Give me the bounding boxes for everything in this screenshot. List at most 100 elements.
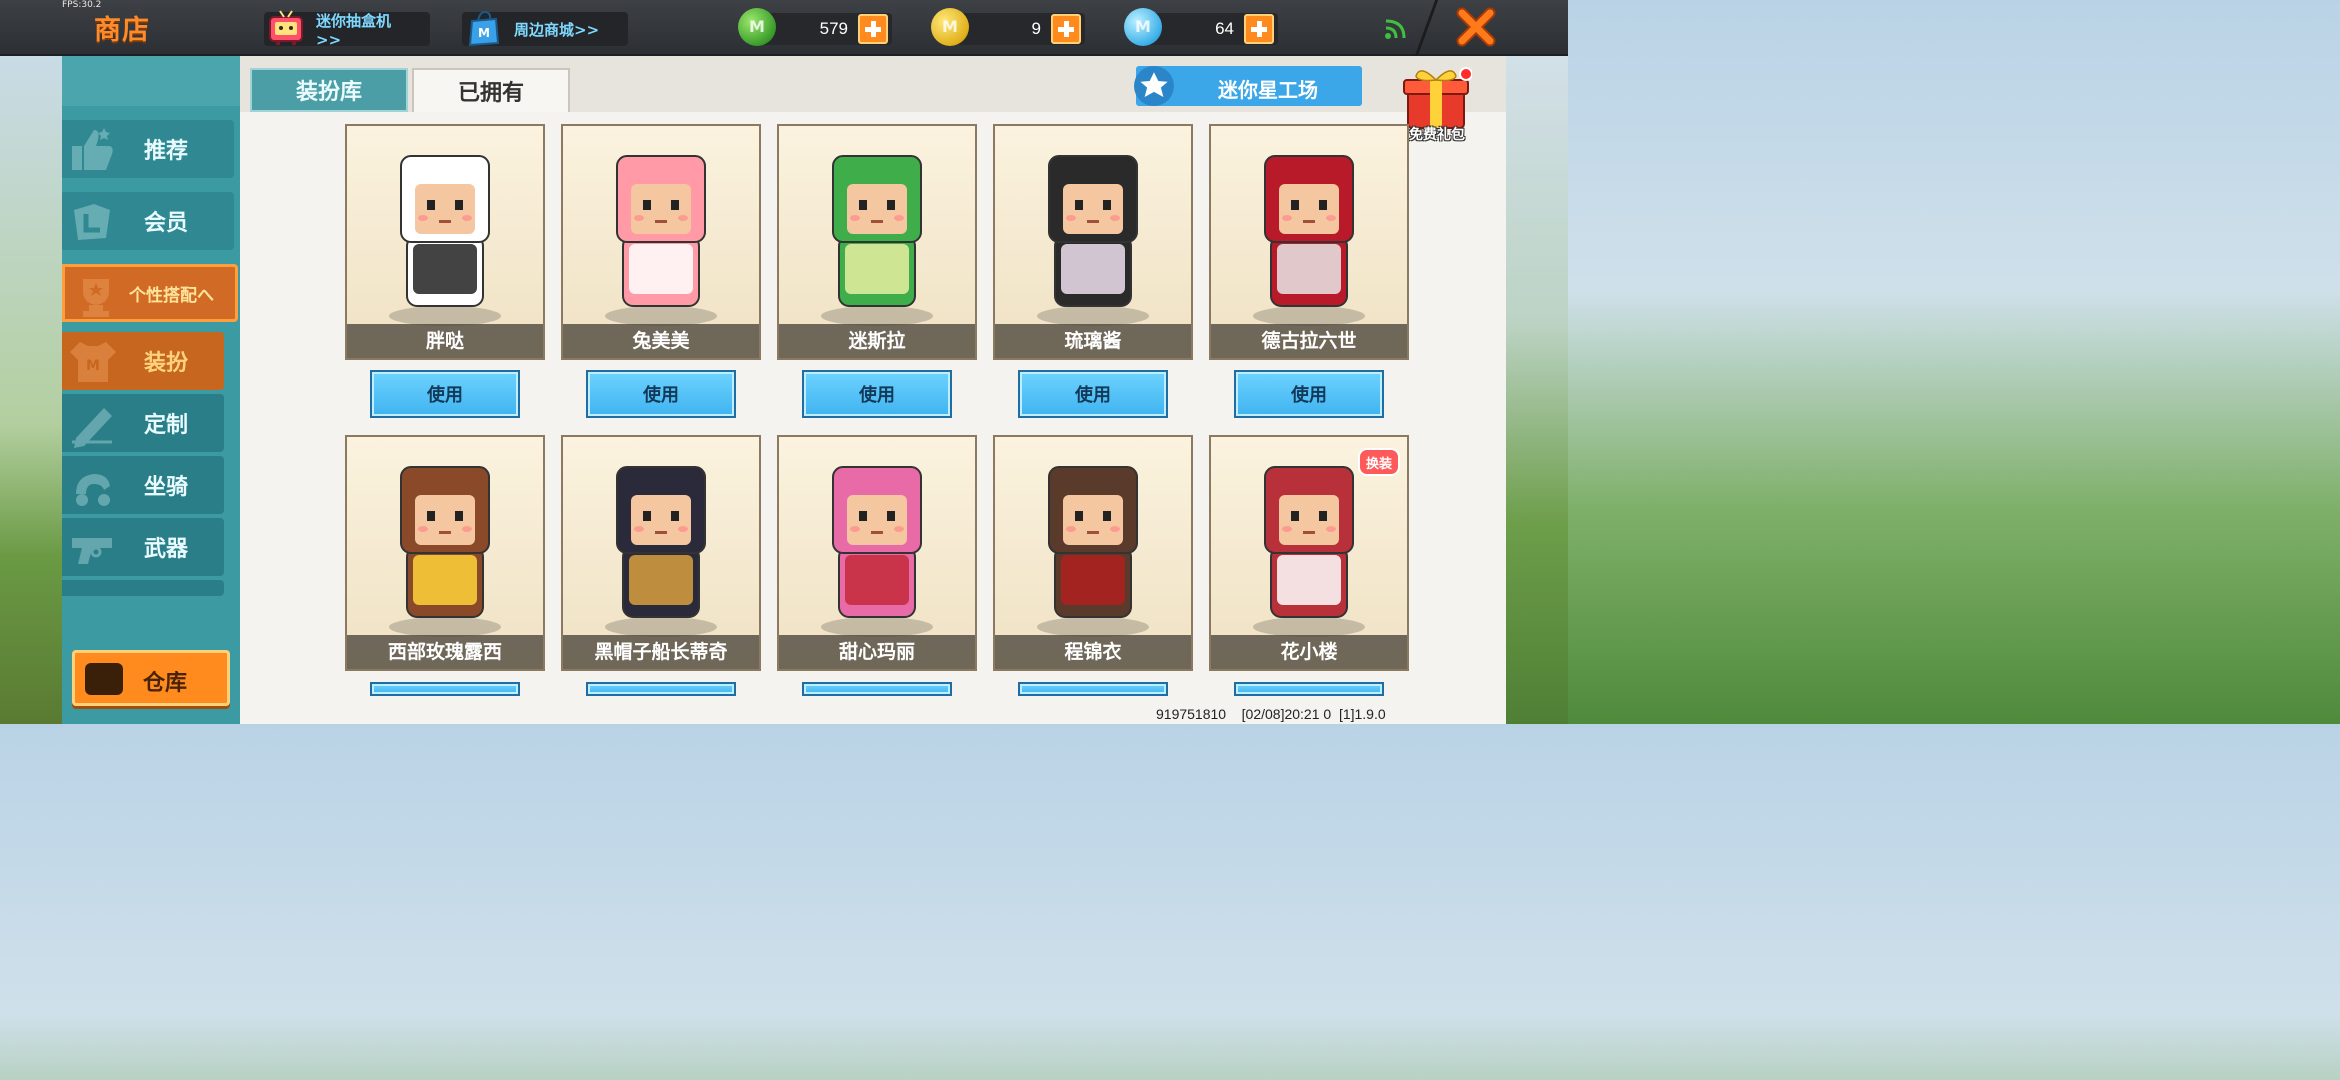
thumbs-up-icon [72, 128, 113, 170]
skin-card[interactable]: 兔美美 [561, 124, 761, 360]
free-gift-button[interactable]: 免费礼包 [1400, 66, 1473, 144]
use-button[interactable] [1234, 682, 1384, 696]
skin-card[interactable]: 黑帽子船长蒂奇 [561, 435, 761, 671]
shirt-icon: M [70, 342, 116, 382]
currency-mini-point: M 64 [1124, 8, 1278, 46]
use-button[interactable]: 使用 [1234, 370, 1384, 418]
warehouse-button[interactable]: 仓库 [72, 650, 230, 706]
currency-mini-coin: M 9 [931, 8, 1085, 46]
skin-name: 德古拉六世 [1211, 324, 1407, 358]
close-button[interactable] [1448, 4, 1504, 50]
merch-store-link[interactable]: M 周边商城>> [462, 10, 628, 47]
page-title: 商店 [94, 15, 150, 46]
footer-info: 919751810 [02/08]20:21 0 [1]1.9.0 [1156, 706, 1386, 722]
svg-text:M: M [478, 26, 490, 40]
outfit-content-panel: 装扮库 已拥有 迷你星工场 免费礼包 胖哒使用 兔美美使用 迷斯拉使用 琉璃酱使用 德古… [240, 56, 1506, 724]
close-icon [1456, 7, 1496, 47]
character-portrait [821, 466, 933, 637]
sidebar-item-weapons[interactable]: 武器 [62, 518, 224, 576]
sidebar-item-membership[interactable]: 会员 [62, 192, 234, 250]
sidebar-item-custom[interactable]: 定制 [62, 394, 224, 452]
mini-point-amount: 64 [1215, 19, 1234, 38]
build-info: [02/08]20:21 0 [1]1.9.0 [1241, 706, 1386, 722]
add-mini-point-button[interactable] [1244, 14, 1274, 44]
top-bar: FPS:30.2 商店 迷你抽盒机>> M 周边商城>> M 579 M 9 M… [0, 0, 1568, 56]
sidebar-item-outfits[interactable]: M 装扮 [62, 332, 224, 390]
sidebar-item-personal-style[interactable]: 个性搭配へ [62, 264, 238, 322]
gift-box-icon [1403, 67, 1473, 129]
skin-name: 琉璃酱 [995, 324, 1191, 358]
mini-bean-amount: 579 [819, 19, 848, 38]
blind-box-link[interactable]: 迷你抽盒机>> [264, 10, 430, 49]
swap-outfit-badge: 换装 [1357, 445, 1401, 479]
skin-card[interactable]: 花小楼 换装 [1209, 435, 1409, 671]
skin-card[interactable]: 胖哒 [345, 124, 545, 360]
sidebar-item-label: 推荐 [144, 139, 189, 164]
skin-card[interactable]: 琉璃酱 [993, 124, 1193, 360]
skin-card[interactable]: 迷斯拉 [777, 124, 977, 360]
skin-name: 花小楼 [1211, 635, 1407, 669]
svg-text:M: M [86, 358, 100, 374]
character-portrait [1253, 155, 1365, 326]
sidebar-item-label: 定制 [144, 413, 189, 438]
mini-point-icon: M [1124, 8, 1162, 46]
wifi-signal-icon [1385, 19, 1406, 39]
free-gift-label: 免费礼包 [1409, 127, 1465, 143]
star-workshop-label: 迷你星工场 [1218, 78, 1318, 102]
background-left [0, 56, 64, 724]
character-portrait [389, 466, 501, 637]
warehouse-label: 仓库 [143, 671, 188, 696]
user-id: 919751810 [1156, 706, 1227, 722]
skin-name: 迷斯拉 [779, 324, 975, 358]
mini-coin-amount: 9 [1031, 19, 1041, 38]
skin-name: 兔美美 [563, 324, 759, 358]
use-button[interactable] [586, 682, 736, 696]
background-right [1504, 56, 1568, 724]
use-button[interactable] [1018, 682, 1168, 696]
category-sidebar: 推荐 会员 个性搭配へ M 装扮 定制 坐骑 武器 仓库 [62, 56, 240, 724]
mini-coin-icon: M [931, 8, 969, 46]
character-portrait [1037, 466, 1149, 637]
sidebar-item-label: 个性搭配へ [129, 285, 214, 306]
character-portrait [605, 155, 717, 326]
chest-icon [85, 663, 123, 695]
use-button[interactable]: 使用 [586, 370, 736, 418]
star-workshop-button[interactable]: 迷你星工场 [1134, 66, 1362, 106]
pencil-icon [72, 408, 112, 448]
skin-name: 甜心玛丽 [779, 635, 975, 669]
use-button[interactable] [802, 682, 952, 696]
use-button[interactable] [370, 682, 520, 696]
character-portrait [389, 155, 501, 326]
skin-name: 黑帽子船长蒂奇 [563, 635, 759, 669]
tv-icon [269, 10, 303, 45]
skin-card[interactable]: 程锦衣 [993, 435, 1193, 671]
svg-text:换装: 换装 [1366, 456, 1392, 472]
character-portrait [821, 155, 933, 326]
sidebar-item-mounts[interactable]: 坐骑 [62, 456, 224, 514]
sidebar-item-more[interactable] [62, 580, 224, 596]
skin-card[interactable]: 甜心玛丽 [777, 435, 977, 671]
gun-icon [72, 538, 112, 564]
use-button[interactable]: 使用 [1018, 370, 1168, 418]
skin-name: 胖哒 [347, 324, 543, 358]
sidebar-item-recommend[interactable]: 推荐 [62, 120, 234, 178]
tab-outfit-library[interactable]: 装扮库 [250, 68, 408, 112]
skin-card[interactable]: 西部玫瑰露西 [345, 435, 545, 671]
use-button[interactable]: 使用 [370, 370, 520, 418]
use-button[interactable]: 使用 [802, 370, 952, 418]
tab-owned[interactable]: 已拥有 [412, 68, 570, 112]
tab-bar: 装扮库 已拥有 迷你星工场 [240, 56, 1506, 112]
skin-card[interactable]: 德古拉六世 [1209, 124, 1409, 360]
sidebar-item-label: 坐骑 [144, 475, 189, 500]
sidebar-item-label: 会员 [144, 211, 189, 236]
star-icon [1134, 66, 1174, 106]
trophy-icon [83, 279, 109, 317]
add-mini-bean-button[interactable] [858, 14, 888, 44]
mini-bean-icon: M [738, 8, 776, 46]
sidebar-item-label: 装扮 [144, 351, 189, 376]
skin-name: 程锦衣 [995, 635, 1191, 669]
mount-icon [76, 474, 110, 506]
add-mini-coin-button[interactable] [1051, 14, 1081, 44]
skin-name: 西部玫瑰露西 [347, 635, 543, 669]
header-divider [1414, 0, 1439, 56]
